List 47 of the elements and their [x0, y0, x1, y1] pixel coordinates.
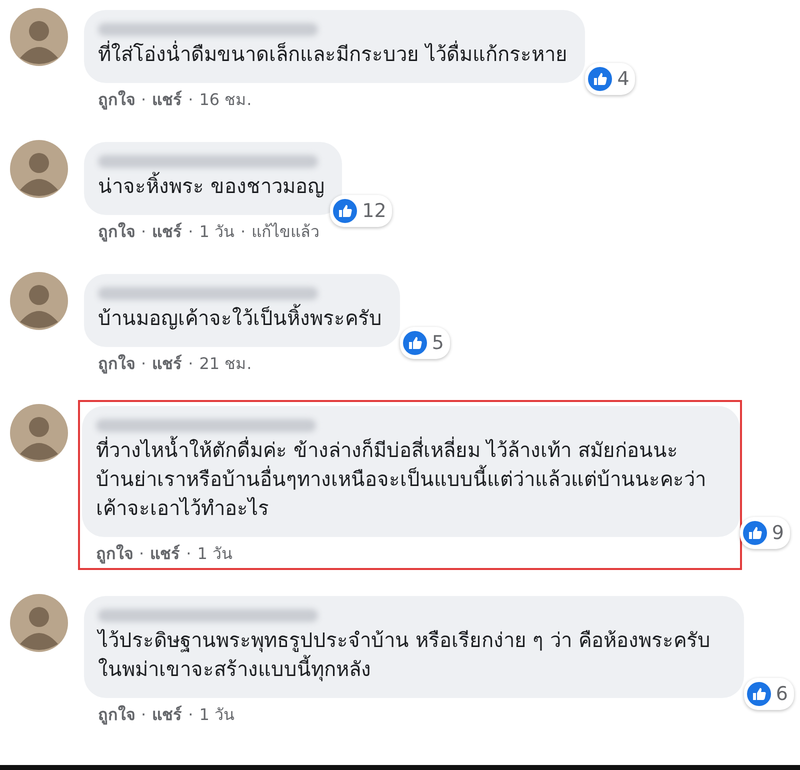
comment-text: น่าจะหิ้งพระ ของชาวมอญ	[98, 172, 324, 201]
share-link[interactable]: แชร์	[150, 542, 180, 566]
like-icon	[333, 198, 358, 223]
separator: ·	[141, 353, 146, 375]
separator: ·	[188, 353, 194, 375]
separator: ·	[188, 89, 194, 111]
separator: ·	[186, 543, 192, 565]
separator: ·	[240, 221, 246, 243]
like-link[interactable]: ถูกใจ	[98, 88, 135, 112]
share-link[interactable]: แชร์	[152, 220, 182, 244]
reaction-count: 9	[740, 516, 790, 549]
like-link[interactable]: ถูกใจ	[96, 542, 133, 566]
separator: ·	[139, 543, 144, 565]
timestamp[interactable]: 1 วัน	[199, 220, 234, 244]
edited-label: แก้ไขแล้ว	[252, 221, 320, 243]
avatar[interactable]	[10, 272, 68, 330]
avatar[interactable]	[10, 594, 68, 652]
avatar[interactable]	[10, 140, 68, 198]
like-icon	[746, 682, 771, 706]
reaction-count: 12	[330, 194, 392, 227]
share-link[interactable]: แชร์	[152, 352, 182, 376]
like-icon	[402, 330, 427, 355]
like-link[interactable]: ถูกใจ	[98, 220, 135, 244]
avatar[interactable]	[10, 404, 68, 462]
comment-text: ไว้ประดิษฐานพระพุทธรูปประจำบ้าน หรือเรียกง่าย ๆ ว่า คือห้องพระครับ ในพม่าเขาจะสร้างแบบนี้ทุกหลัง	[98, 627, 712, 684]
timestamp[interactable]: 1 วัน	[199, 703, 234, 727]
like-link[interactable]: ถูกใจ	[98, 352, 135, 376]
timestamp[interactable]: 21 ชม.	[199, 352, 252, 376]
separator: ·	[141, 221, 146, 243]
timestamp[interactable]: 16 ชม.	[199, 88, 252, 112]
reaction-count: 4	[585, 62, 636, 95]
share-link[interactable]: แชร์	[152, 703, 182, 727]
share-link[interactable]: แชร์	[152, 88, 182, 112]
separator: ·	[141, 704, 146, 726]
like-icon	[742, 520, 767, 545]
avatar[interactable]	[10, 8, 68, 66]
comment-text: ที่วางไหน้ำให้ตักดื่มค่ะ ข้างล่างก็มีบ่อสี่เหลี่ยม ไว้ล้างเท้า สมัยก่อนนะ บ้านย่าเราหรือบ้านอื่นๆทางเหนือจะเป็นแบบนี้แต่ว่าแล้วแต่บ้านนะคะว่าเค้าจะเอาไว้ทำอะไร	[96, 436, 722, 523]
separator: ·	[188, 704, 194, 726]
timestamp[interactable]: 1 วัน	[197, 542, 232, 566]
reaction-count: 6	[744, 678, 794, 710]
comment-text: บ้านมอญเค้าจะใว้เป็นหิ้งพระครับ	[98, 304, 382, 333]
like-link[interactable]: ถูกใจ	[98, 703, 135, 727]
separator: ·	[141, 89, 146, 111]
comment-text: ที่ใส่โอ่งน่ำดืมขนาดเล็กและมีกระบวย ไว้ดื่มแก้กระหาย	[98, 40, 568, 68]
like-icon	[588, 66, 612, 91]
reaction-count: 5	[400, 326, 450, 359]
separator: ·	[188, 221, 194, 243]
